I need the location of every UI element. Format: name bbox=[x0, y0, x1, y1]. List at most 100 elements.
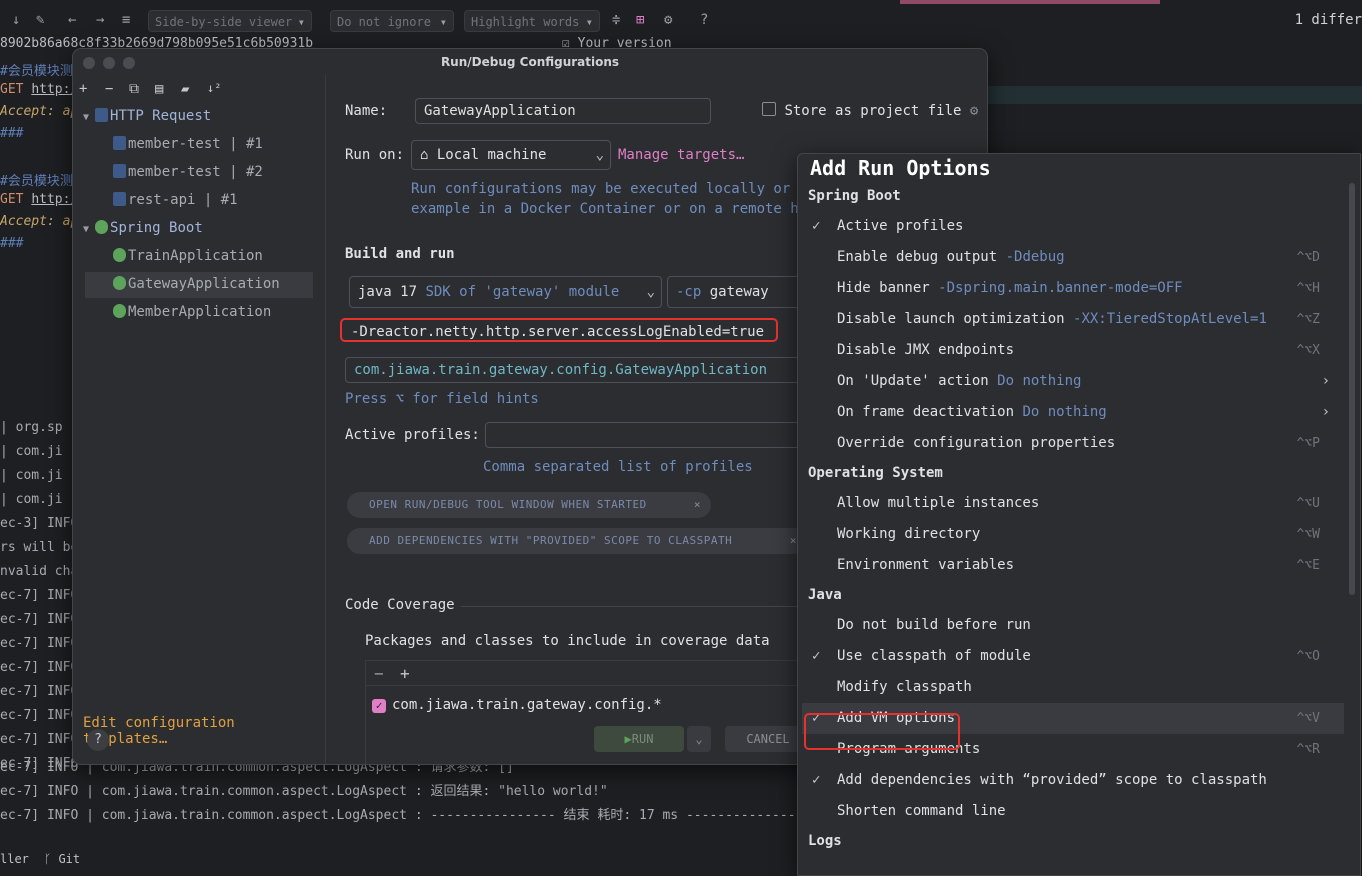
manage-targets-link[interactable]: Manage targets… bbox=[618, 147, 744, 163]
name-label: Name: bbox=[345, 103, 388, 119]
save-icon[interactable]: ▤ bbox=[155, 81, 163, 97]
back-icon[interactable]: ← bbox=[68, 12, 76, 28]
run-option-title: Add dependencies with “provided” scope t… bbox=[837, 772, 1267, 788]
git-icon: ᚴ bbox=[44, 852, 52, 866]
open-tool-window-option[interactable]: OPEN RUN/DEBUG TOOL WINDOW WHEN STARTED × bbox=[347, 492, 711, 518]
run-option-item[interactable]: Disable JMX endpoints ^⌥X bbox=[802, 335, 1344, 366]
request-header: Accept: ap bbox=[0, 104, 79, 119]
tree-item-http-1[interactable]: member-test | #1 bbox=[113, 136, 263, 152]
run-option-item[interactable]: On 'Update' action Do nothing › bbox=[802, 366, 1344, 397]
run-option-item[interactable]: ✓ Use classpath of module ^⌥O bbox=[802, 641, 1344, 672]
classpath-module-select[interactable]: -cp gateway bbox=[667, 276, 807, 308]
checkmark-icon: ✓ bbox=[812, 218, 821, 234]
diff-marker bbox=[900, 0, 1160, 4]
popup-scrollbar[interactable] bbox=[1349, 183, 1355, 595]
pencil-icon[interactable]: ✎ bbox=[36, 12, 44, 28]
gear-icon[interactable]: ⚙ bbox=[970, 103, 978, 119]
run-option-item[interactable]: Enable debug output -Ddebug ^⌥D bbox=[802, 242, 1344, 273]
gear-icon[interactable]: ⚙ bbox=[664, 12, 672, 28]
run-option-label: Hide banner -Dspring.main.banner-mode=OF… bbox=[837, 273, 1183, 304]
add-icon[interactable]: + bbox=[400, 664, 410, 683]
http-file-icon bbox=[113, 164, 126, 178]
run-option-item[interactable]: Working directory ^⌥W bbox=[802, 519, 1344, 550]
run-option-item[interactable]: On frame deactivation Do nothing › bbox=[802, 397, 1344, 428]
run-option-item[interactable]: Modify classpath bbox=[802, 672, 1344, 703]
run-option-detail: Do nothing bbox=[997, 373, 1082, 389]
run-option-title: Working directory bbox=[837, 526, 981, 542]
remove-icon[interactable]: − bbox=[105, 81, 113, 97]
log-line: ec-3] INFO bbox=[0, 516, 79, 531]
run-option-item[interactable]: Allow multiple instances ^⌥U bbox=[802, 488, 1344, 519]
shortcut-hint: ^⌥V bbox=[1296, 711, 1320, 726]
sort-icon[interactable]: ↓² bbox=[207, 81, 221, 95]
sync-scroll-icon[interactable]: ⊞ bbox=[636, 12, 644, 28]
tree-item-member[interactable]: MemberApplication bbox=[113, 304, 271, 320]
spring-app-icon bbox=[113, 304, 126, 318]
run-on-value: Local machine bbox=[436, 147, 547, 163]
viewer-select[interactable]: Side-by-side viewer ▾ bbox=[148, 10, 312, 32]
run-option-title: On frame deactivation bbox=[837, 404, 1015, 420]
shortcut-hint: ^⌥R bbox=[1296, 742, 1320, 757]
request-header: Accept: ap bbox=[0, 214, 79, 229]
help-icon[interactable]: ? bbox=[700, 12, 708, 28]
close-icon[interactable]: × bbox=[694, 492, 701, 518]
tree-group-http[interactable]: ▼ HTTP Request bbox=[83, 108, 211, 124]
add-vm-options-highlight bbox=[804, 713, 960, 750]
run-option-item[interactable]: ✓ Add dependencies with “provided” scope … bbox=[802, 765, 1344, 796]
run-option-item[interactable]: Shorten command line bbox=[802, 796, 1344, 827]
run-button[interactable]: ▶RUN bbox=[594, 726, 684, 752]
copy-icon[interactable]: ⧉ bbox=[129, 81, 139, 97]
run-option-title: Hide banner bbox=[837, 280, 930, 296]
field-hints: Press ⌥ for field hints bbox=[345, 391, 539, 407]
new-folder-icon[interactable]: ▰ bbox=[181, 81, 189, 97]
checkmark-icon: ✓ bbox=[812, 648, 821, 664]
forward-icon[interactable]: → bbox=[96, 12, 104, 28]
edit-templates-link[interactable]: Edit configuration templates… bbox=[83, 715, 325, 747]
add-run-options-popup: Add Run Options Spring Boot ✓ Active profi… bbox=[797, 153, 1361, 876]
tree-item-http-2[interactable]: member-test | #2 bbox=[113, 164, 263, 180]
store-project-checkbox[interactable]: Store as project file ⚙ bbox=[762, 102, 978, 119]
run-on-select[interactable]: ⌂ Local machine ⌄ bbox=[411, 140, 611, 170]
list-icon[interactable]: ≡ bbox=[122, 12, 130, 28]
run-option-label: Disable JMX endpoints bbox=[837, 335, 1014, 366]
run-option-item[interactable]: Override configuration properties ^⌥P bbox=[802, 428, 1344, 459]
arrow-down-icon[interactable]: ↓ bbox=[12, 12, 20, 28]
run-option-item[interactable]: Disable launch optimization -XX:TieredSt… bbox=[802, 304, 1344, 335]
store-project-label: Store as project file bbox=[784, 103, 962, 119]
run-option-item[interactable]: ✓ Active profiles bbox=[802, 211, 1344, 242]
run-dropdown-button[interactable]: ⌄ bbox=[687, 726, 711, 752]
collapse-icon[interactable]: ≑ bbox=[612, 12, 620, 28]
highlight-select[interactable]: Highlight words ▾ bbox=[464, 10, 600, 32]
run-option-label: Add dependencies with “provided” scope t… bbox=[837, 765, 1267, 796]
remove-icon[interactable]: − bbox=[374, 664, 384, 683]
run-option-item[interactable]: Environment variables ^⌥E bbox=[802, 550, 1344, 581]
bottom-tab[interactable]: ller bbox=[0, 852, 29, 866]
run-option-label: Shorten command line bbox=[837, 796, 1006, 827]
name-field[interactable]: GatewayApplication bbox=[415, 98, 711, 124]
sdk-select[interactable]: java 17 SDK of 'gateway' module ⌄ bbox=[349, 276, 662, 308]
close-icon[interactable]: × bbox=[790, 528, 797, 554]
highlighted-line bbox=[985, 86, 1362, 104]
tree-group-spring[interactable]: ▼ Spring Boot bbox=[83, 220, 203, 236]
shortcut-hint: ^⌥D bbox=[1296, 250, 1320, 265]
separator bbox=[366, 685, 816, 686]
checkbox-checked-icon[interactable]: ✓ bbox=[372, 699, 386, 713]
run-option-item[interactable]: Do not build before run bbox=[802, 610, 1344, 641]
chevron-down-icon: ▾ bbox=[439, 15, 447, 29]
help-button[interactable]: ? bbox=[87, 729, 109, 751]
ignore-select[interactable]: Do not ignore ▾ bbox=[330, 10, 454, 32]
log-line: ec-7] INFO bbox=[0, 708, 79, 723]
run-on-label: Run on: bbox=[345, 147, 405, 163]
tree-item-label: member-test | #2 bbox=[128, 164, 263, 180]
active-profiles-field[interactable] bbox=[485, 422, 815, 448]
git-tab[interactable]: ᚴ Git bbox=[44, 852, 80, 866]
main-class-field[interactable]: com.jiawa.train.gateway.config.GatewayAp… bbox=[345, 357, 815, 383]
run-option-item[interactable]: Hide banner -Dspring.main.banner-mode=OF… bbox=[802, 273, 1344, 304]
tree-item-http-3[interactable]: rest-api | #1 bbox=[113, 192, 238, 208]
add-dependencies-option[interactable]: ADD DEPENDENCIES WITH "PROVIDED" SCOPE T… bbox=[347, 528, 807, 554]
add-icon[interactable]: + bbox=[79, 81, 87, 97]
tree-item-gateway[interactable]: GatewayApplication bbox=[85, 272, 313, 298]
run-button-label: RUN bbox=[631, 732, 654, 746]
tree-item-train[interactable]: TrainApplication bbox=[113, 248, 263, 264]
run-option-detail: Do nothing bbox=[1022, 404, 1107, 420]
